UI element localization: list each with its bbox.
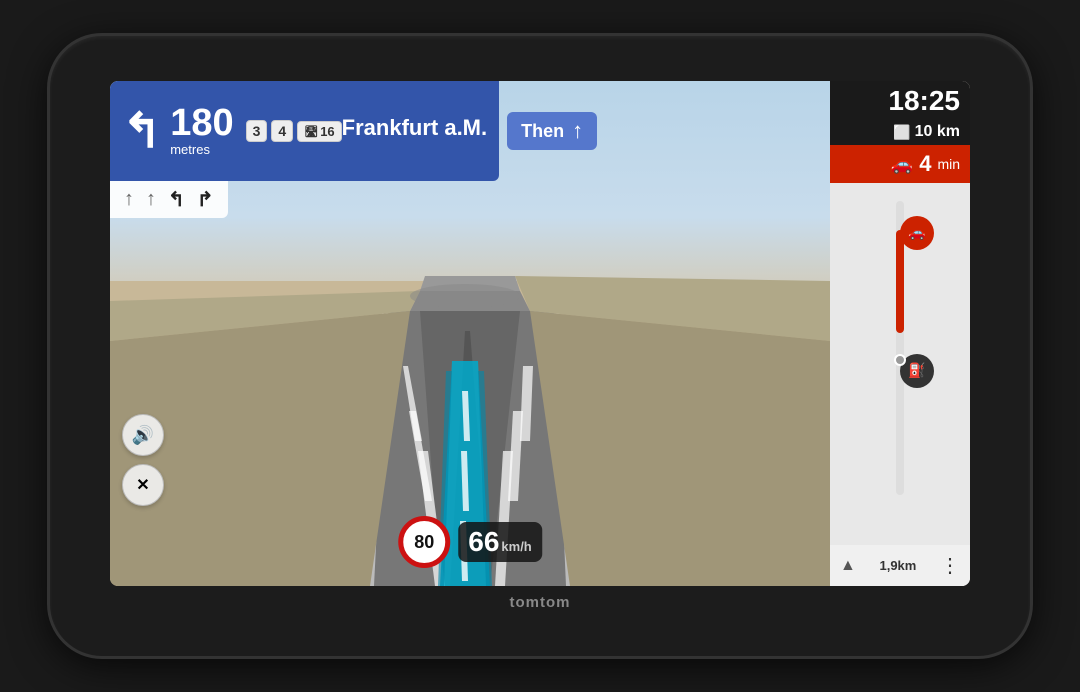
speed-limit-value: 80 xyxy=(414,532,434,553)
lane-icon-left: ↰ xyxy=(168,187,185,212)
current-speed-display: 66 km/h xyxy=(458,522,542,562)
close-icon: ✕ xyxy=(136,475,149,495)
device-shell: ↱ 180 metres 3 4 🛣 16 Frankfurt a.M. xyxy=(50,36,1030,656)
sound-button[interactable]: 🔊 xyxy=(122,414,164,456)
distance-number: 180 xyxy=(170,104,233,142)
distance-remaining: 10 km xyxy=(915,123,960,141)
time-block: 18:25 xyxy=(830,81,970,121)
distance-unit: metres xyxy=(170,142,233,158)
lane-icon-straight-2: ↑ xyxy=(146,188,156,211)
brand-label: tomtom xyxy=(510,594,571,611)
highway-badge: 🛣 16 xyxy=(297,121,341,142)
turn-distance: 180 metres xyxy=(170,104,233,158)
then-arrow-icon: ↑ xyxy=(572,118,583,144)
nav-direction-icon: ▲ xyxy=(840,557,856,575)
speed-panel: 80 66 km/h xyxy=(398,516,542,568)
sidebar-bottom: ▲ 1,9km ⋮ xyxy=(830,545,970,586)
distance-row: ⬜ 10 km xyxy=(830,121,970,145)
turn-instruction: ↱ 180 metres 3 4 🛣 16 Frankfurt a.M. xyxy=(110,81,499,181)
traffic-section: 🚗 ⛽ xyxy=(830,183,970,545)
sound-icon: 🔊 xyxy=(132,425,154,446)
nav-header: ↱ 180 metres 3 4 🛣 16 Frankfurt a.M. xyxy=(110,81,830,181)
lane-badge-4: 4 xyxy=(271,120,293,142)
current-speed-value: 66 xyxy=(468,526,499,558)
turn-arrow-main: ↱ xyxy=(122,103,162,159)
then-label: Then xyxy=(521,121,564,142)
lane-icon-right: ↱ xyxy=(197,187,214,212)
lane-badges: 3 4 🛣 16 xyxy=(246,120,342,142)
road-name: Frankfurt a.M. xyxy=(342,115,487,141)
lane-indicators: ↑ ↑ ↰ ↱ xyxy=(110,181,228,218)
eta-unit: min xyxy=(937,156,960,172)
map-area[interactable]: ↱ 180 metres 3 4 🛣 16 Frankfurt a.M. xyxy=(110,81,830,586)
eta-time: 4 xyxy=(919,151,931,177)
lane-icon-straight-1: ↑ xyxy=(124,188,134,211)
eta-row: 🚗 4 min xyxy=(830,145,970,183)
right-sidebar: 18:25 ⬜ 10 km 🚗 4 min 🚗 xyxy=(830,81,970,586)
nearby-distance: 1,9km xyxy=(879,558,916,573)
speed-limit-sign: 80 xyxy=(398,516,450,568)
screen: ↱ 180 metres 3 4 🛣 16 Frankfurt a.M. xyxy=(110,81,970,586)
then-box: Then ↑ xyxy=(507,112,597,150)
position-dot xyxy=(894,354,906,366)
distance-icon: ⬜ xyxy=(893,124,910,141)
current-time: 18:25 xyxy=(840,87,960,115)
road-name-box: Frankfurt a.M. xyxy=(342,115,487,147)
more-button[interactable]: ⋮ xyxy=(940,553,960,578)
close-button[interactable]: ✕ xyxy=(122,464,164,506)
traffic-car-icon: 🚗 xyxy=(900,216,934,250)
speed-unit: km/h xyxy=(501,539,531,554)
left-controls: 🔊 ✕ xyxy=(122,414,164,506)
car-icon: 🚗 xyxy=(891,154,913,175)
lane-badge-3: 3 xyxy=(246,120,268,142)
